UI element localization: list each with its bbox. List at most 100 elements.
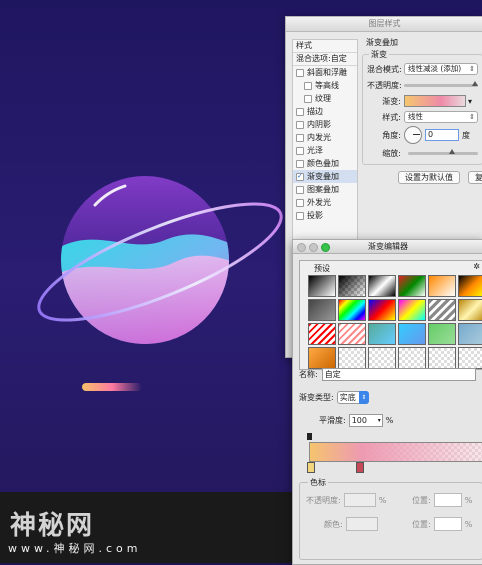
angle-unit: 度 (462, 130, 470, 140)
effect-label: 外发光 (307, 198, 331, 207)
opacity-stop[interactable] (307, 433, 312, 440)
effect-checkbox[interactable] (304, 82, 312, 90)
effect-checkbox[interactable] (296, 108, 304, 116)
stop-opacity-input[interactable] (343, 493, 376, 507)
effect-item[interactable]: 纹理 (293, 92, 357, 105)
effect-checkbox[interactable] (296, 147, 304, 155)
effect-item[interactable]: 颜色叠加 (293, 157, 357, 170)
effect-checkbox[interactable] (296, 134, 304, 142)
effect-checkbox[interactable] (296, 121, 304, 129)
chevron-updown-icon: ⇕ (469, 113, 475, 121)
styles-header[interactable]: 样式 (293, 40, 357, 53)
preset-swatch[interactable] (458, 275, 482, 297)
color-stop[interactable] (356, 462, 364, 473)
preset-swatch[interactable] (338, 323, 366, 345)
effect-checkbox[interactable] (296, 199, 304, 207)
effect-checkbox[interactable] (296, 212, 304, 220)
stop-opacity-unit: % (378, 495, 387, 505)
zoom-window-button[interactable] (321, 243, 330, 252)
preset-swatch[interactable] (458, 299, 482, 321)
presets-panel: 预设 ✲ (299, 260, 482, 370)
preset-swatch[interactable] (308, 323, 336, 345)
gradient-label: 渐变: (382, 96, 401, 106)
gradient-editor-titlebar: 渐变编辑器 (293, 240, 482, 254)
blend-options-item[interactable]: 混合选项:自定 (293, 53, 357, 66)
preset-swatch[interactable] (368, 275, 396, 297)
name-input[interactable]: 自定 (321, 368, 476, 381)
opacity-location-input[interactable] (433, 493, 462, 507)
preset-swatch[interactable] (398, 299, 426, 321)
preset-swatch[interactable] (398, 275, 426, 297)
effect-item[interactable]: 渐变叠加 (293, 170, 357, 183)
effect-item[interactable]: 图案叠加 (293, 183, 357, 196)
effect-checkbox[interactable] (304, 95, 312, 103)
preset-swatch[interactable] (458, 323, 482, 345)
watermark-text: 神秘网 (10, 511, 95, 541)
smoothness-input[interactable]: 100 ▾ (348, 414, 383, 427)
restore-button[interactable]: 复位 (468, 171, 482, 184)
style-select[interactable]: 线性 ⇕ (404, 111, 478, 123)
effect-label: 颜色叠加 (307, 159, 339, 168)
effect-label: 渐变叠加 (307, 172, 339, 181)
effect-checkbox[interactable] (296, 69, 304, 77)
styles-list: 样式 混合选项:自定 斜面和浮雕等高线纹理描边内阴影内发光光泽颜色叠加渐变叠加图… (292, 39, 358, 255)
gradient-bar[interactable] (309, 442, 482, 462)
dialog-title: 图层样式 (286, 17, 482, 32)
angle-dial[interactable] (404, 126, 422, 144)
preset-swatch[interactable] (338, 299, 366, 321)
smoothness-unit: % (385, 416, 394, 425)
preset-swatch[interactable] (428, 323, 456, 345)
effect-checkbox[interactable] (296, 160, 304, 168)
preset-swatch[interactable] (428, 275, 456, 297)
preset-swatch[interactable] (308, 299, 336, 321)
preset-swatch[interactable] (398, 323, 426, 345)
effect-item[interactable]: 内阴影 (293, 118, 357, 131)
preset-swatch[interactable] (338, 275, 366, 297)
reset-default-button[interactable]: 设置为默认值 (398, 171, 460, 184)
preset-swatch[interactable] (458, 347, 482, 369)
stop-color-picker[interactable] (345, 517, 378, 531)
effect-checkbox[interactable] (296, 186, 304, 194)
angle-input[interactable]: 0 (425, 129, 459, 141)
effect-item[interactable]: 光泽 (293, 144, 357, 157)
preset-swatch[interactable] (428, 299, 456, 321)
effect-item[interactable]: 投影 (293, 209, 357, 222)
gradient-type-label: 渐变类型: (299, 393, 334, 402)
effect-item[interactable]: 描边 (293, 105, 357, 118)
preset-swatch[interactable] (308, 347, 336, 369)
effect-label: 光泽 (307, 146, 323, 155)
minimize-window-button[interactable] (309, 243, 318, 252)
effect-item[interactable]: 斜面和浮雕 (293, 66, 357, 79)
blend-mode-select[interactable]: 线性减淡 (添加) ⇕ (404, 63, 478, 75)
opacity-slider[interactable] (404, 80, 479, 87)
scale-slider[interactable] (408, 148, 478, 155)
opacity-location-label: 位置: (412, 495, 431, 505)
preset-swatch[interactable] (308, 275, 336, 297)
gradient-swatch[interactable] (404, 95, 466, 107)
effect-item[interactable]: 等高线 (293, 79, 357, 92)
color-location-unit: % (464, 519, 473, 529)
preset-swatches (308, 275, 482, 369)
effect-label: 纹理 (315, 94, 331, 103)
preset-swatch[interactable] (368, 299, 396, 321)
close-window-button[interactable] (297, 243, 306, 252)
preset-swatch[interactable] (368, 323, 396, 345)
gradient-group: 渐变 混合模式: 线性减淡 (添加) ⇕ 不透明度: 渐变: ▾ 样式: 线性 ⇕ … (362, 49, 482, 165)
opacity-location-unit: % (464, 495, 473, 505)
effect-label: 投影 (307, 211, 323, 220)
chevron-down-icon[interactable]: ▾ (468, 97, 472, 106)
preset-swatch[interactable] (368, 347, 396, 369)
gradient-type-select[interactable]: 实底 ⇕ (336, 391, 369, 404)
effect-item[interactable]: 外发光 (293, 196, 357, 209)
preset-swatch[interactable] (398, 347, 426, 369)
preset-swatch[interactable] (428, 347, 456, 369)
chevron-down-icon: ▾ (377, 417, 381, 424)
effect-item[interactable]: 内发光 (293, 131, 357, 144)
gear-icon[interactable]: ✲ (473, 262, 480, 271)
preset-swatch[interactable] (338, 347, 366, 369)
angle-label: 角度: (382, 130, 401, 140)
color-location-input[interactable] (433, 517, 462, 531)
effect-checkbox[interactable] (296, 170, 304, 183)
blend-mode-label: 混合模式: (367, 64, 402, 74)
color-stop[interactable] (307, 462, 315, 473)
